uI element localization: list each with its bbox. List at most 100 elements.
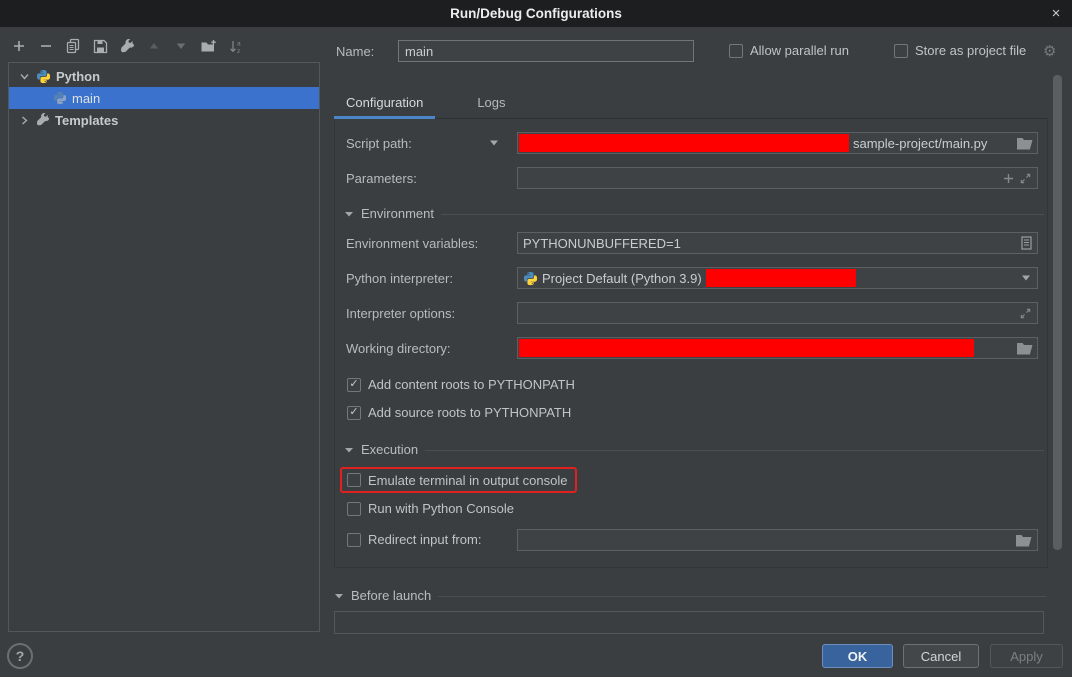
close-icon[interactable] bbox=[1046, 3, 1066, 23]
configurations-tree: Python main Templates bbox=[8, 62, 320, 632]
chevron-down-icon bbox=[1020, 273, 1032, 283]
collapse-arrow-icon[interactable] bbox=[334, 591, 344, 601]
environment-variables-field[interactable]: PYTHONUNBUFFERED=1 bbox=[517, 232, 1038, 254]
working-directory-label: Working directory: bbox=[346, 337, 451, 359]
section-title: Environment bbox=[361, 206, 434, 221]
script-path-field[interactable]: sample-project/main.py bbox=[517, 132, 1038, 154]
copy-icon bbox=[65, 38, 81, 54]
svg-text:a: a bbox=[237, 40, 241, 47]
emulate-terminal-checkbox[interactable] bbox=[347, 473, 361, 487]
run-debug-configurations-dialog: Run/Debug Configurations az Python main … bbox=[0, 0, 1072, 677]
apply-button-label: Apply bbox=[1010, 649, 1043, 664]
redirect-input-field[interactable] bbox=[517, 529, 1038, 551]
allow-parallel-run-checkbox[interactable] bbox=[729, 44, 743, 58]
add-macro-icon[interactable] bbox=[1002, 172, 1015, 185]
new-folder-button[interactable] bbox=[199, 37, 217, 55]
sort-az-icon: az bbox=[228, 39, 243, 54]
browse-variables-icon[interactable] bbox=[1021, 236, 1032, 250]
allow-parallel-run-label: Allow parallel run bbox=[750, 43, 849, 58]
add-source-roots-checkbox[interactable] bbox=[347, 406, 361, 420]
name-input[interactable] bbox=[398, 40, 694, 62]
new-folder-icon bbox=[200, 39, 217, 54]
add-source-roots-label: Add source roots to PYTHONPATH bbox=[368, 405, 571, 420]
add-icon bbox=[12, 39, 26, 53]
python-interpreter-label: Python interpreter: bbox=[346, 267, 453, 289]
python-logo-icon bbox=[36, 69, 51, 84]
allow-parallel-run-option: Allow parallel run bbox=[729, 43, 849, 58]
folder-icon[interactable] bbox=[1016, 534, 1032, 547]
edit-templates-button[interactable] bbox=[118, 37, 136, 55]
folder-icon[interactable] bbox=[1017, 137, 1033, 150]
redacted-region bbox=[519, 134, 849, 152]
add-content-roots-option: Add content roots to PYTHONPATH bbox=[347, 377, 575, 392]
interpreter-options-field[interactable] bbox=[517, 302, 1038, 324]
tab-configuration[interactable]: Configuration bbox=[334, 95, 435, 118]
ok-button-label: OK bbox=[848, 649, 868, 664]
section-divider bbox=[438, 596, 1046, 597]
tab-label: Logs bbox=[477, 95, 505, 110]
tree-item-python[interactable]: Python bbox=[9, 65, 319, 87]
working-directory-field[interactable] bbox=[517, 337, 1038, 359]
section-divider bbox=[425, 450, 1044, 451]
store-as-project-file-option: Store as project file bbox=[894, 43, 1026, 58]
add-content-roots-checkbox[interactable] bbox=[347, 378, 361, 392]
add-source-roots-option: Add source roots to PYTHONPATH bbox=[347, 405, 571, 420]
ok-button[interactable]: OK bbox=[822, 644, 893, 668]
tree-item-templates[interactable]: Templates bbox=[9, 109, 319, 131]
run-python-console-option: Run with Python Console bbox=[347, 501, 514, 516]
run-python-console-checkbox[interactable] bbox=[347, 502, 361, 516]
parameters-field[interactable] bbox=[517, 167, 1038, 189]
redirect-input-checkbox[interactable] bbox=[347, 533, 361, 547]
apply-button[interactable]: Apply bbox=[990, 644, 1063, 668]
tree-item-label: main bbox=[72, 91, 100, 106]
arrow-down-icon bbox=[174, 39, 188, 53]
redirect-input-label: Redirect input from: bbox=[368, 532, 481, 547]
wrench-icon bbox=[120, 39, 135, 54]
copy-button[interactable] bbox=[64, 37, 82, 55]
expand-field-icon[interactable] bbox=[1019, 172, 1032, 185]
python-logo-icon bbox=[523, 271, 538, 286]
cancel-button-label: Cancel bbox=[921, 649, 961, 664]
tab-logs[interactable]: Logs bbox=[465, 95, 517, 118]
sort-alphabetically-button[interactable]: az bbox=[226, 37, 244, 55]
add-content-roots-label: Add content roots to PYTHONPATH bbox=[368, 377, 575, 392]
python-interpreter-combobox[interactable]: Project Default (Python 3.9) bbox=[517, 267, 1038, 289]
svg-text:z: z bbox=[237, 48, 240, 54]
chevron-down-icon[interactable] bbox=[17, 71, 31, 82]
script-path-label: Script path: bbox=[346, 132, 412, 154]
move-down-button[interactable] bbox=[172, 37, 190, 55]
move-up-button[interactable] bbox=[145, 37, 163, 55]
environment-variables-label: Environment variables: bbox=[346, 232, 478, 254]
emulate-terminal-highlight-box: Emulate terminal in output console bbox=[340, 467, 577, 493]
execution-section-header: Execution bbox=[344, 442, 1044, 457]
folder-icon[interactable] bbox=[1017, 342, 1033, 355]
script-path-value: sample-project/main.py bbox=[853, 136, 987, 151]
wrench-icon bbox=[36, 113, 50, 127]
collapse-arrow-icon[interactable] bbox=[344, 209, 354, 219]
help-button[interactable] bbox=[7, 643, 33, 669]
remove-button[interactable] bbox=[37, 37, 55, 55]
redirect-input-option: Redirect input from: bbox=[347, 532, 481, 547]
arrow-up-icon bbox=[147, 39, 161, 53]
vertical-scrollbar[interactable] bbox=[1053, 75, 1062, 550]
redacted-region bbox=[519, 339, 974, 357]
save-button[interactable] bbox=[91, 37, 109, 55]
expand-field-icon[interactable] bbox=[1019, 307, 1032, 320]
name-label: Name: bbox=[336, 40, 374, 62]
gear-icon[interactable] bbox=[1043, 44, 1056, 59]
section-divider bbox=[441, 214, 1044, 215]
tree-item-main[interactable]: main bbox=[9, 87, 319, 109]
emulate-terminal-label: Emulate terminal in output console bbox=[368, 473, 567, 488]
redacted-region bbox=[706, 269, 856, 287]
section-title: Before launch bbox=[351, 588, 431, 603]
parameters-label: Parameters: bbox=[346, 167, 417, 189]
tree-toolbar: az bbox=[10, 35, 244, 57]
dialog-title: Run/Debug Configurations bbox=[450, 6, 622, 21]
tab-bar: Configuration Logs bbox=[334, 92, 1048, 119]
collapse-arrow-icon[interactable] bbox=[344, 445, 354, 455]
cancel-button[interactable]: Cancel bbox=[903, 644, 979, 668]
script-path-dropdown-icon[interactable] bbox=[488, 138, 500, 148]
store-as-project-file-checkbox[interactable] bbox=[894, 44, 908, 58]
add-button[interactable] bbox=[10, 37, 28, 55]
chevron-right-icon[interactable] bbox=[17, 115, 31, 126]
